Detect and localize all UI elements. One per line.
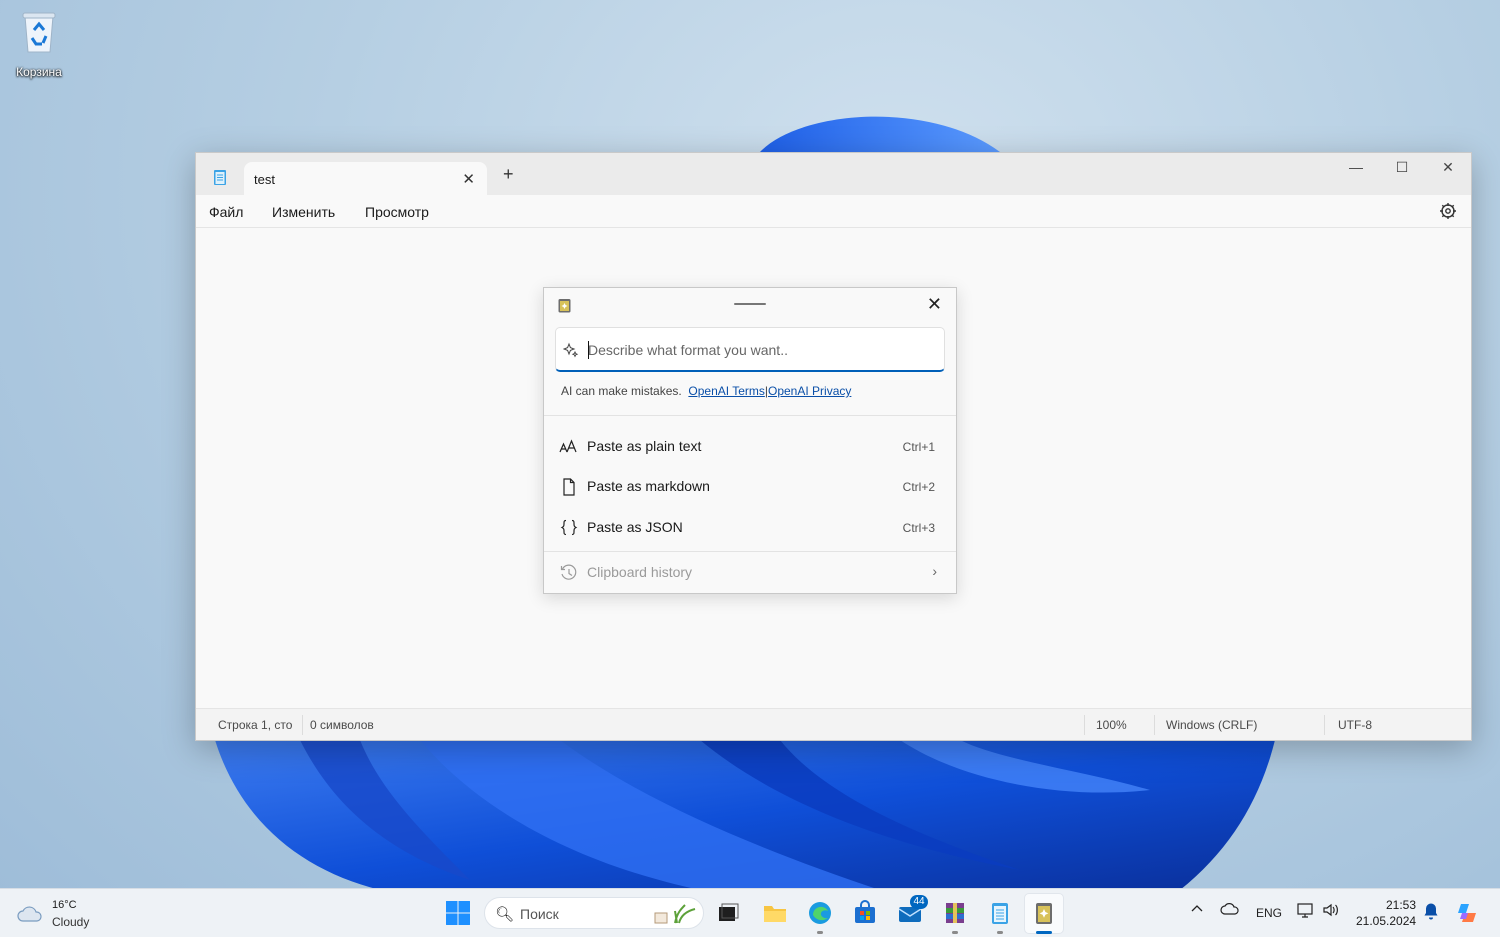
advanced-paste-popup: ✕ AI can make mistakes. OpenAI Terms|Ope…	[543, 287, 957, 594]
status-separator	[1084, 715, 1085, 735]
running-indicator	[952, 931, 958, 934]
language-indicator[interactable]: ENG	[1256, 906, 1282, 920]
status-char-count: 0 символов	[310, 718, 374, 732]
option-shortcut: Ctrl+1	[902, 440, 935, 454]
notepad-taskbar-icon[interactable]	[987, 900, 1013, 926]
option-shortcut: Ctrl+3	[902, 521, 935, 535]
menu-bar: Файл Изменить Просмотр	[196, 195, 1471, 228]
option-label: Paste as JSON	[587, 519, 683, 535]
disclaimer-text: AI can make mistakes.	[561, 384, 682, 398]
notepad-app-icon	[214, 170, 226, 185]
history-icon	[559, 563, 579, 583]
search-placeholder: Поиск	[520, 906, 559, 922]
status-cursor-position: Строка 1, сто	[218, 718, 293, 732]
recycle-bin-desktop-icon[interactable]: Корзина	[10, 10, 68, 79]
paste-markdown-option[interactable]: Paste as markdown Ctrl+2	[544, 467, 956, 507]
menu-view[interactable]: Просмотр	[365, 204, 429, 220]
drag-handle[interactable]	[734, 303, 766, 305]
volume-icon[interactable]	[1322, 902, 1340, 921]
mail-badge: 44	[910, 895, 928, 909]
advanced-paste-taskbar-icon[interactable]	[1031, 900, 1057, 926]
windows-start-icon[interactable]	[445, 900, 471, 926]
status-separator	[1324, 715, 1325, 735]
running-indicator	[817, 931, 823, 934]
taskbar-search-box[interactable]: 🔍︎ Поиск	[484, 897, 704, 929]
onedrive-cloud-icon[interactable]	[1220, 902, 1240, 919]
recycle-bin-icon	[22, 12, 56, 53]
popup-header[interactable]: ✕	[544, 288, 956, 324]
text-caret	[588, 341, 589, 359]
menu-file[interactable]: Файл	[209, 204, 243, 220]
paste-json-option[interactable]: Paste as JSON Ctrl+3	[544, 508, 956, 548]
braces-icon	[559, 518, 579, 538]
status-separator	[1154, 715, 1155, 735]
tab-close-icon[interactable]: ✕	[462, 170, 475, 188]
cloud-icon	[17, 906, 42, 922]
clipboard-history-option[interactable]: Clipboard history ›	[544, 553, 956, 593]
settings-gear-icon[interactable]	[1439, 202, 1457, 220]
weather-condition: Cloudy	[52, 915, 90, 929]
advanced-paste-app-icon	[558, 299, 571, 313]
recycle-bin-label: Корзина	[16, 65, 62, 79]
microsoft-store-icon[interactable]	[852, 900, 878, 926]
format-prompt-field[interactable]	[555, 327, 945, 372]
status-line-ending[interactable]: Windows (CRLF)	[1166, 718, 1257, 732]
task-view-icon[interactable]	[715, 900, 741, 926]
popup-divider	[544, 551, 956, 552]
title-bar[interactable]: test ✕ + — ☐ ✕	[196, 153, 1471, 195]
notification-bell-icon[interactable]	[1423, 902, 1439, 923]
network-icon[interactable]	[1297, 902, 1315, 921]
paste-plain-text-option[interactable]: Paste as plain text Ctrl+1	[544, 427, 956, 467]
edge-browser-icon[interactable]	[807, 900, 833, 926]
tab-test[interactable]: test ✕	[244, 162, 487, 195]
ai-disclaimer: AI can make mistakes. OpenAI Terms|OpenA…	[561, 384, 851, 398]
popup-close-icon[interactable]: ✕	[927, 294, 942, 315]
format-prompt-input[interactable]	[588, 339, 928, 361]
weather-temperature: 16°C	[52, 899, 77, 911]
clock-time: 21:53	[1385, 898, 1416, 912]
minimize-button[interactable]: —	[1333, 153, 1379, 183]
option-label: Clipboard history	[587, 564, 693, 580]
popup-divider	[544, 415, 956, 416]
openai-privacy-link[interactable]: OpenAI Privacy	[768, 384, 851, 398]
new-tab-button[interactable]: +	[503, 165, 514, 183]
clock-date: 21.05.2024	[1356, 914, 1417, 928]
file-explorer-icon[interactable]	[762, 900, 788, 926]
search-highlight-art-icon	[654, 904, 696, 924]
active-indicator	[1036, 931, 1052, 934]
chevron-up-icon[interactable]	[1190, 902, 1204, 919]
sparkle-icon	[563, 342, 579, 358]
status-encoding[interactable]: UTF-8	[1338, 718, 1372, 732]
status-bar: Строка 1, сто 0 символов 100% Windows (C…	[196, 708, 1471, 740]
running-indicator	[997, 931, 1003, 934]
system-clock[interactable]: 21:53 21.05.2024	[1356, 897, 1416, 929]
openai-terms-link[interactable]: OpenAI Terms	[688, 384, 764, 398]
close-window-button[interactable]: ✕	[1425, 153, 1471, 183]
option-label: Paste as markdown	[587, 478, 710, 494]
option-shortcut: Ctrl+2	[902, 480, 935, 494]
winrar-icon[interactable]	[942, 900, 968, 926]
taskbar: 16°C Cloudy 🔍︎ Поиск 44 ENG 21:53 21.05.…	[0, 888, 1500, 937]
status-separator	[302, 715, 303, 735]
option-label: Paste as plain text	[587, 438, 702, 454]
maximize-button[interactable]: ☐	[1379, 153, 1425, 183]
menu-edit[interactable]: Изменить	[272, 204, 335, 220]
tab-title: test	[254, 172, 275, 187]
document-icon	[559, 477, 579, 497]
copilot-icon[interactable]	[1455, 901, 1479, 925]
status-zoom[interactable]: 100%	[1096, 718, 1127, 732]
font-size-icon	[559, 437, 579, 457]
chevron-right-icon: ›	[932, 563, 937, 579]
search-icon: 🔍︎	[495, 906, 515, 923]
